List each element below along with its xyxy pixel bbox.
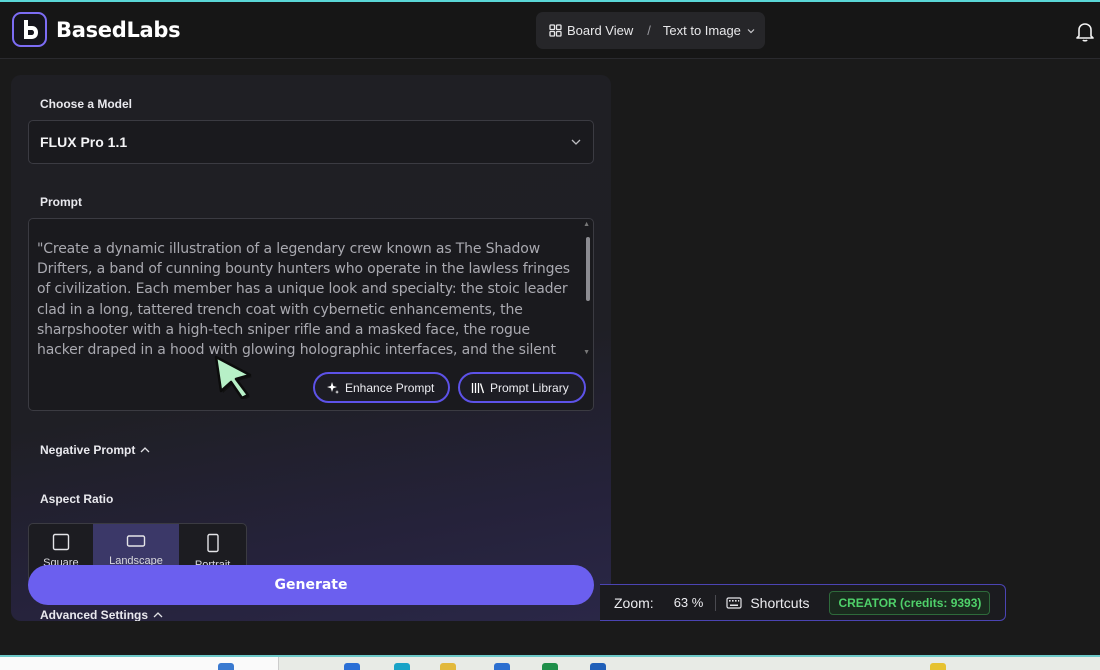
- app-name[interactable]: BasedLabs: [56, 18, 181, 42]
- taskbar-app-icon[interactable]: [394, 663, 410, 670]
- os-taskbar: [0, 657, 1100, 670]
- enhance-prompt-label: Enhance Prompt: [345, 380, 435, 395]
- prompt-label: Prompt: [40, 195, 82, 209]
- sparkle-icon: [327, 381, 339, 394]
- grid-icon: [549, 24, 562, 37]
- canvas-status-bar: Zoom: 63 % Shortcuts CREATOR (credits: 9…: [600, 584, 1006, 621]
- app-logo[interactable]: [12, 12, 47, 47]
- zoom-value[interactable]: 63 %: [674, 595, 704, 610]
- advanced-settings-toggle[interactable]: Advanced Settings: [40, 608, 164, 621]
- status-divider: [715, 594, 717, 611]
- zoom-label: Zoom:: [614, 594, 654, 611]
- mouse-cursor-icon: [210, 353, 258, 404]
- breadcrumb-current-label: Text to Image: [662, 23, 741, 38]
- advanced-settings-label: Advanced Settings: [40, 608, 149, 621]
- app-header: BasedLabs Board View / Text to Image: [0, 2, 1100, 59]
- square-icon: [52, 533, 70, 551]
- prompt-scrollbar[interactable]: [586, 237, 590, 301]
- plan-credits-badge[interactable]: CREATOR (credits: 9393): [829, 590, 991, 615]
- chevron-down-icon: [747, 28, 755, 33]
- taskbar-app-icon[interactable]: [590, 663, 606, 670]
- shortcuts-label: Shortcuts: [750, 594, 810, 611]
- library-icon: [471, 382, 485, 393]
- chevron-up-icon: [140, 447, 150, 453]
- breadcrumb-board-view-label: Board View: [567, 23, 634, 38]
- taskbar-app-icon[interactable]: [218, 663, 234, 670]
- aspect-ratio-label: Aspect Ratio: [40, 492, 114, 506]
- generation-panel: Choose a Model FLUX Pro 1.1 Prompt "Crea…: [11, 75, 611, 621]
- portrait-icon: [206, 533, 219, 553]
- prompt-textarea[interactable]: "Create a dynamic illustration of a lege…: [28, 218, 594, 411]
- prompt-library-label: Prompt Library: [490, 380, 569, 395]
- bell-icon: [1076, 23, 1094, 42]
- taskbar-app-icon[interactable]: [542, 663, 558, 670]
- taskbar-app-icon[interactable]: [344, 663, 360, 670]
- breadcrumb-separator: /: [647, 23, 651, 38]
- enhance-prompt-button[interactable]: Enhance Prompt: [313, 372, 450, 403]
- notifications-button[interactable]: [1074, 20, 1096, 47]
- logo-icon: [23, 19, 38, 39]
- generate-button[interactable]: Generate: [28, 565, 594, 605]
- taskbar-app-icon[interactable]: [494, 663, 510, 670]
- scroll-down-arrow[interactable]: ▼: [583, 349, 590, 356]
- breadcrumb: Board View / Text to Image: [536, 12, 765, 49]
- taskbar-app-icon[interactable]: [440, 663, 456, 670]
- prompt-library-button[interactable]: Prompt Library: [458, 372, 586, 403]
- chevron-down-icon: [571, 139, 581, 145]
- scroll-up-arrow[interactable]: ▲: [583, 221, 590, 228]
- breadcrumb-board-view[interactable]: Board View: [549, 23, 633, 38]
- model-label: Choose a Model: [40, 97, 133, 111]
- model-select[interactable]: FLUX Pro 1.1: [28, 120, 594, 164]
- negative-prompt-toggle[interactable]: Negative Prompt: [40, 443, 151, 457]
- prompt-text[interactable]: "Create a dynamic illustration of a lege…: [37, 239, 579, 361]
- taskbar-search-area[interactable]: [0, 657, 279, 670]
- taskbar-app-icon[interactable]: [930, 663, 946, 670]
- negative-prompt-label: Negative Prompt: [40, 443, 136, 457]
- model-select-value: FLUX Pro 1.1: [40, 134, 128, 150]
- breadcrumb-current[interactable]: Text to Image: [663, 23, 756, 38]
- chevron-up-icon: [153, 612, 163, 618]
- landscape-icon: [126, 535, 146, 547]
- shortcuts-button[interactable]: Shortcuts: [726, 595, 809, 611]
- keyboard-icon: [726, 596, 742, 609]
